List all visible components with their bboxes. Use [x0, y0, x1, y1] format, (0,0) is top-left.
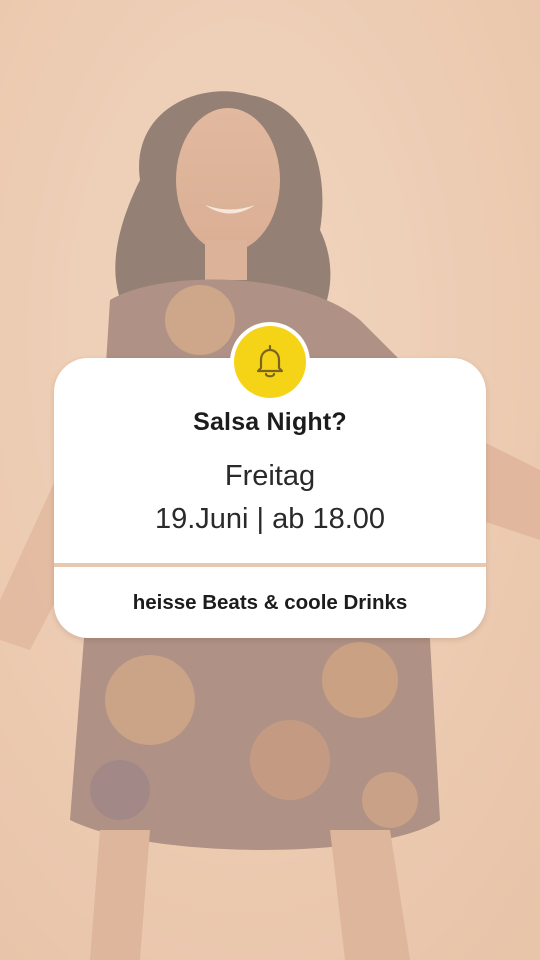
notification-badge — [230, 322, 310, 402]
event-tagline: heisse Beats & coole Drinks — [132, 590, 408, 614]
bell-icon — [256, 344, 284, 378]
event-title: Salsa Night? — [193, 408, 347, 436]
event-card-footer: heisse Beats & coole Drinks — [54, 567, 486, 638]
event-datetime: 19.Juni | ab 18.00 — [154, 503, 386, 535]
bell-badge-circle — [234, 326, 306, 398]
event-day: Freitag — [224, 460, 316, 492]
